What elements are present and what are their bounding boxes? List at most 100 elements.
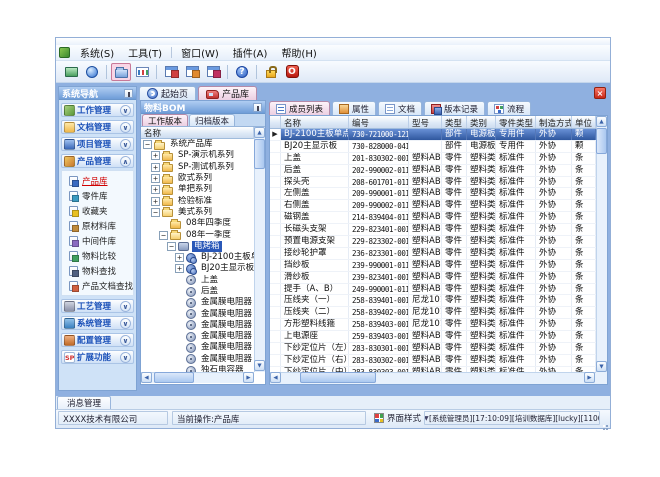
tree-item[interactable]: 独石电容器 — [141, 365, 254, 372]
tree-item[interactable]: 金属膜电阻器 — [141, 354, 254, 365]
tree-item[interactable]: 上盖 — [141, 275, 254, 286]
tree-item[interactable]: −08年一季度 — [141, 229, 254, 240]
section-toggle-icon[interactable]: ∨ — [120, 122, 131, 133]
column-header-8[interactable]: 单位 — [572, 116, 596, 128]
folder-button[interactable] — [111, 63, 131, 81]
scroll-right-icon[interactable] — [584, 372, 595, 383]
column-header-7[interactable]: 制造方式 — [536, 116, 572, 128]
scroll-up-icon[interactable] — [596, 116, 607, 127]
globe-button[interactable] — [82, 63, 102, 81]
close-tab-button[interactable]: × — [594, 87, 606, 99]
tree-item[interactable]: +BJ20主显示板 — [141, 263, 254, 274]
interface-style-button[interactable]: 界面样式 ▼ — [372, 411, 431, 425]
tree-item[interactable]: 金属膜电阻器 — [141, 308, 254, 319]
table-row[interactable]: 后盖202-990002-01I塑料ABS零件塑料类标准件外协条 — [270, 165, 596, 177]
tree-item[interactable]: +SP-测试机系列 — [141, 162, 254, 173]
section-toggle-icon[interactable]: ∨ — [120, 105, 131, 116]
table-vertical-scrollbar[interactable] — [596, 116, 607, 372]
scroll-right-icon[interactable] — [243, 372, 254, 383]
tree-expander[interactable]: + — [151, 197, 160, 206]
tree-expander[interactable]: + — [151, 185, 160, 194]
doc-tab-0[interactable]: 起始页 — [139, 86, 196, 100]
pin-icon[interactable] — [124, 89, 133, 98]
pin-icon[interactable] — [253, 103, 262, 112]
table-hscrollbar-thumb[interactable] — [300, 372, 376, 383]
sidebar-item-2[interactable]: 收藏夹 — [62, 203, 133, 218]
tree-item[interactable]: 08年四季度 — [141, 218, 254, 229]
tree-expander[interactable]: + — [151, 174, 160, 183]
tree-item[interactable]: 金属膜电阻器 — [141, 342, 254, 353]
tree-expander[interactable]: − — [151, 208, 160, 217]
sidebar-item-7[interactable]: 产品文档查找 — [62, 278, 133, 293]
table-row[interactable]: 压线夹（二）258-839402-00I尼龙1010零件塑料类标准件外协条 — [270, 307, 596, 319]
bom-tab-0[interactable]: 工作版本 — [142, 114, 188, 126]
tree-item[interactable]: +检验标准 — [141, 195, 254, 206]
tree-expander[interactable]: + — [175, 253, 184, 262]
column-header-4[interactable]: 类型 — [442, 116, 467, 128]
sidebar-item-0[interactable]: 产品库 — [62, 173, 133, 188]
tree-item[interactable]: −电烤箱 — [141, 241, 254, 252]
scroll-down-icon[interactable] — [596, 361, 607, 372]
sidebar-item-4[interactable]: 中间件库 — [62, 233, 133, 248]
table-row[interactable]: ▶BJ-2100主板单点730-721000-12I部件电源板专用件外协颗 — [270, 129, 596, 141]
table-row[interactable]: 滑纱板239-823401-00I塑料ABS零件塑料类标准件外协条 — [270, 272, 596, 284]
table-row[interactable]: 长磁头支架229-823401-00I塑料ABS零件塑料类标准件外协条 — [270, 224, 596, 236]
column-header-0[interactable] — [270, 116, 281, 128]
table-row[interactable]: 右侧盖209-990002-01I塑料ABS零件塑料类标准件外协条 — [270, 200, 596, 212]
sidebar-section-7[interactable]: SP扩展功能∨ — [61, 350, 134, 364]
sidebar-section-6[interactable]: 配置管理∨ — [61, 333, 134, 347]
tree-expander[interactable]: − — [159, 231, 168, 240]
tree-hscrollbar-thumb[interactable] — [154, 372, 194, 383]
lock-button[interactable] — [261, 63, 281, 81]
table-row[interactable]: 磁钢盖214-839404-01I塑料ABS零件塑料类标准件外协条 — [270, 212, 596, 224]
scroll-up-icon[interactable] — [254, 127, 265, 138]
table-row[interactable]: 左侧盖209-990001-01I塑料ABS零件塑料类标准件外协条 — [270, 188, 596, 200]
content-tab-3[interactable]: 版本记录 — [424, 101, 485, 115]
section-toggle-icon[interactable]: ∨ — [120, 301, 131, 312]
sidebar-section-2[interactable]: 项目管理∨ — [61, 137, 134, 151]
sidebar-item-6[interactable]: 物料查找 — [62, 263, 133, 278]
doc-tab-1[interactable]: 产品库 — [198, 86, 257, 100]
sidebar-section-3[interactable]: 产品管理∧ — [61, 154, 134, 168]
table-row[interactable]: 上盖201-830302-00I塑料ABS零件塑料类标准件外协条 — [270, 153, 596, 165]
table-row[interactable]: 下纱定位片（左）283-830301-00I塑料ABS零件塑料类标准件外协条 — [270, 343, 596, 355]
grid-button[interactable] — [161, 63, 181, 81]
sidebar-item-5[interactable]: 物料比较 — [62, 248, 133, 263]
table-row[interactable]: 预置电源支架229-823302-00I塑料ABS零件塑料类标准件外协条 — [270, 236, 596, 248]
table-row[interactable]: 挡纱板239-990001-01I塑料ABS零件塑料类标准件外协条 — [270, 260, 596, 272]
tree-column-header[interactable]: 名称 — [141, 127, 254, 139]
tree-item[interactable]: −美式系列 — [141, 207, 254, 218]
table-row[interactable]: 探头壳208-601701-01I塑料ABS零件塑料类标准件外协条 — [270, 177, 596, 189]
table-row[interactable]: 接纱轮护罩236-823301-00I塑料ABS零件塑料类标准件外协条 — [270, 248, 596, 260]
resize-grip[interactable] — [600, 420, 608, 427]
column-header-3[interactable]: 型号 — [409, 116, 442, 128]
tree-expander[interactable]: − — [167, 242, 176, 251]
tree-item[interactable]: +欧式系列 — [141, 173, 254, 184]
column-header-5[interactable]: 类别 — [467, 116, 496, 128]
sidebar-item-3[interactable]: 原材料库 — [62, 218, 133, 233]
tree-expander[interactable]: + — [175, 264, 184, 273]
table-row[interactable]: 上电源座259-839403-00I塑料ABS零件塑料类标准件外协条 — [270, 331, 596, 343]
help-button[interactable]: ? — [232, 63, 252, 81]
grid-button[interactable] — [182, 63, 202, 81]
tree-item[interactable]: −系统产品库 — [141, 139, 254, 150]
table-row[interactable]: BJ20主显示板730-828000-04I部件电源板专用件外协颗 — [270, 141, 596, 153]
column-header-2[interactable]: 编号 — [349, 116, 409, 128]
section-toggle-icon[interactable]: ∨ — [120, 352, 131, 363]
message-manager-tab[interactable]: 消息管理 — [57, 396, 111, 409]
section-toggle-icon[interactable]: ∨ — [120, 318, 131, 329]
menu-item-1[interactable]: 工具(T) — [121, 44, 169, 61]
menu-item-0[interactable]: 系统(S) — [73, 44, 121, 61]
sidebar-section-0[interactable]: 工作管理∨ — [61, 103, 134, 117]
tree-item[interactable]: 后盖 — [141, 286, 254, 297]
content-tab-1[interactable]: 属性 — [332, 101, 376, 115]
tree-item[interactable]: +BJ-2100主板单点 — [141, 252, 254, 263]
sidebar-item-1[interactable]: 零件库 — [62, 188, 133, 203]
tree-scrollbar-thumb[interactable] — [254, 139, 265, 169]
scroll-down-icon[interactable] — [254, 360, 265, 371]
scroll-left-icon[interactable] — [141, 372, 152, 383]
table-scrollbar-thumb[interactable] — [596, 128, 607, 154]
tree-expander[interactable]: + — [151, 163, 160, 172]
bom-tab-1[interactable]: 归档版本 — [189, 114, 235, 126]
menu-item-4[interactable]: 帮助(H) — [274, 44, 323, 61]
